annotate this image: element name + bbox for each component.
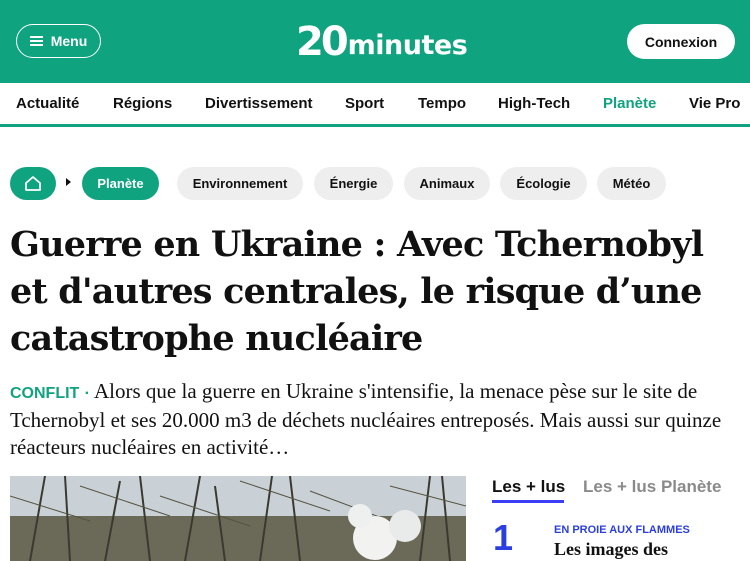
kicker-separator: · [84,385,90,402]
most-read-rank: 1 [493,517,514,558]
nav-item-sport[interactable]: Sport [345,95,384,112]
site-logo[interactable]: 20 minutes [296,18,468,65]
tag-animaux[interactable]: Animaux [404,167,490,200]
breadcrumb-current[interactable]: Planète [82,167,159,200]
site-header: Menu 20 minutes Connexion [0,0,750,83]
tag-meteo[interactable]: Météo [597,167,666,200]
hamburger-icon [29,36,43,46]
home-icon [25,176,41,191]
nav-item-actualite[interactable]: Actualité [16,95,79,112]
article-photo [10,476,466,561]
logo-number: 20 [296,19,349,65]
tag-environnement[interactable]: Environnement [177,167,303,200]
home-button[interactable] [10,167,56,200]
nav-item-regions[interactable]: Régions [113,95,172,112]
nav-item-planete[interactable]: Planète [603,95,656,112]
menu-button[interactable]: Menu [16,24,101,58]
tab-les-plus-lus[interactable]: Les + lus [492,477,565,497]
menu-label: Menu [50,33,88,49]
breadcrumb-arrow-icon [66,178,71,186]
nav-item-vie-pro[interactable]: Vie Pro [689,95,740,112]
most-read-title[interactable]: Les images des [554,539,668,560]
article-lead: CONFLIT · Alors que la guerre en Ukraine… [10,378,740,461]
tab-les-plus-lus-planete[interactable]: Les + lus Planète [583,477,721,497]
tag-energie[interactable]: Énergie [314,167,393,200]
article-kicker[interactable]: CONFLIT [10,385,79,402]
nav-underline [0,124,750,127]
tab-active-indicator [492,500,564,503]
tag-ecologie[interactable]: Écologie [500,167,587,200]
article-lead-text: Alors que la guerre en Ukraine s'intensi… [10,379,722,459]
nav-item-tempo[interactable]: Tempo [418,95,466,112]
nav-item-divertissement[interactable]: Divertissement [205,95,313,112]
article-headline: Guerre en Ukraine : Avec Tchernobyl et d… [10,224,704,359]
nav-item-high-tech[interactable]: High-Tech [498,95,570,112]
most-read-kicker[interactable]: EN PROIE AUX FLAMMES [554,524,690,536]
logo-word: minutes [347,30,468,61]
main-nav: Actualité Régions Divertissement Sport T… [0,83,750,126]
login-button[interactable]: Connexion [627,24,735,59]
